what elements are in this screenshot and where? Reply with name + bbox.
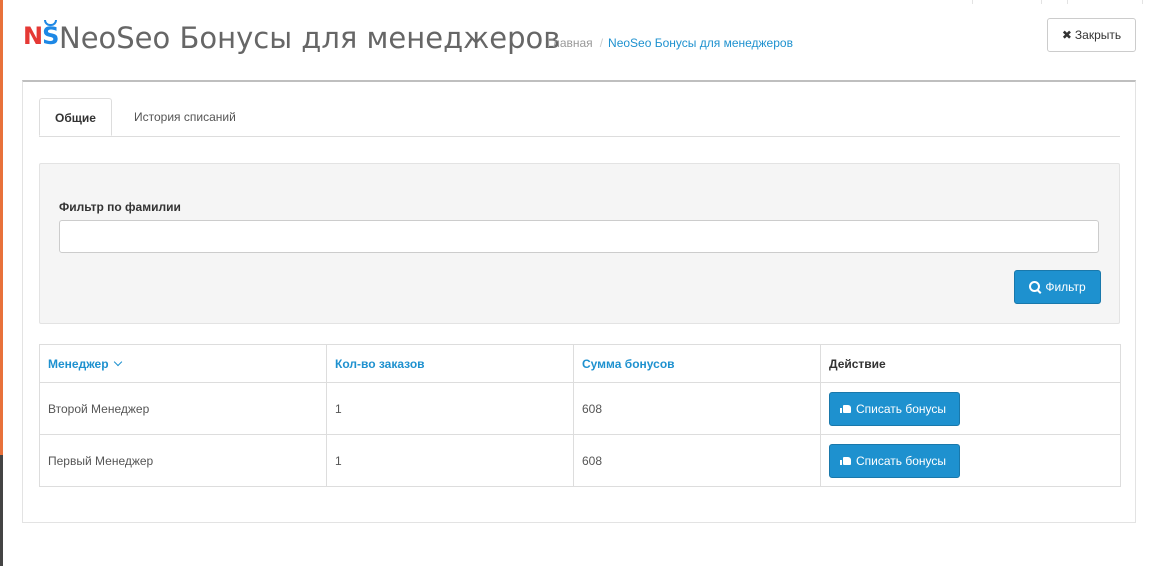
managers-table: Менеджер Кол-во заказов Сумма бонусов Де… — [39, 344, 1121, 487]
cell-manager: Первый Менеджер — [39, 434, 327, 487]
table-row: Первый Менеджер 1 608 Списать бонусы — [39, 434, 1121, 487]
cell-bonus: 608 — [573, 434, 821, 487]
left-accent-orange — [0, 0, 3, 455]
sort-manager-link[interactable]: Менеджер — [48, 356, 122, 371]
divider — [1041, 0, 1042, 4]
filter-panel: Фильтр по фамилии Фильтр — [39, 163, 1120, 324]
write-off-bonus-button[interactable]: Списать бонусы — [829, 391, 961, 426]
close-button[interactable]: ✖ Закрыть — [1047, 18, 1136, 52]
top-edge-dividers — [972, 0, 1156, 4]
tab-bar: Общие История списаний — [39, 98, 1120, 137]
sort-bonus-link[interactable]: Сумма бонусов — [582, 357, 675, 371]
search-icon — [1029, 280, 1041, 292]
thumbs-up-icon — [840, 456, 851, 465]
tab-general[interactable]: Общие — [39, 98, 112, 136]
write-off-bonus-label: Списать бонусы — [856, 401, 947, 416]
column-manager-label: Менеджер — [48, 356, 109, 371]
column-header-orders: Кол-во заказов — [326, 344, 574, 383]
divider — [1067, 0, 1068, 4]
cell-manager: Второй Менеджер — [39, 382, 327, 435]
breadcrumb-current[interactable]: NeoSeo Бонусы для менеджеров — [608, 36, 793, 50]
thumbs-up-icon — [840, 404, 851, 413]
breadcrumb-home[interactable]: Главная — [547, 36, 593, 50]
page-header: N S NeoSeo Бонусы для менеджеров Главная… — [23, 18, 1136, 68]
page-title: NeoSeo Бонусы для менеджеров — [59, 21, 561, 55]
sort-orders-link[interactable]: Кол-во заказов — [335, 357, 425, 371]
column-header-manager: Менеджер — [39, 344, 327, 383]
column-header-action: Действие — [820, 344, 1121, 383]
column-header-bonus: Сумма бонусов — [573, 344, 821, 383]
write-off-bonus-button[interactable]: Списать бонусы — [829, 443, 961, 478]
write-off-bonus-label: Списать бонусы — [856, 453, 947, 468]
logo-letter-n: N — [23, 22, 43, 50]
breadcrumb-separator: / — [599, 36, 604, 50]
cell-orders: 1 — [326, 382, 574, 435]
close-icon: ✖ — [1061, 28, 1072, 42]
divider — [1142, 0, 1143, 4]
filter-button-label: Фильтр — [1045, 280, 1086, 294]
breadcrumb: Главная / NeoSeo Бонусы для менеджеров — [547, 36, 793, 50]
table-header-row: Менеджер Кол-во заказов Сумма бонусов Де… — [39, 344, 1121, 383]
left-accent-dark — [0, 455, 3, 566]
logo-letter-s: S — [42, 20, 60, 50]
left-accent-bar — [0, 0, 3, 566]
close-button-label: Закрыть — [1074, 28, 1122, 42]
filter-button[interactable]: Фильтр — [1014, 270, 1101, 304]
tab-writeoff-history[interactable]: История списаний — [119, 98, 251, 136]
cell-orders: 1 — [326, 434, 574, 487]
table-row: Второй Менеджер 1 608 Списать бонусы — [39, 382, 1121, 435]
cell-bonus: 608 — [573, 382, 821, 435]
filter-surname-label: Фильтр по фамилии — [59, 200, 181, 214]
divider — [972, 0, 973, 4]
cell-action: Списать бонусы — [820, 434, 1121, 487]
filter-surname-input[interactable] — [59, 220, 1099, 253]
content-panel: Общие История списаний Фильтр по фамилии… — [22, 80, 1136, 523]
chevron-down-icon — [113, 357, 122, 366]
cell-action: Списать бонусы — [820, 382, 1121, 435]
neoseo-logo: N S — [23, 20, 60, 50]
